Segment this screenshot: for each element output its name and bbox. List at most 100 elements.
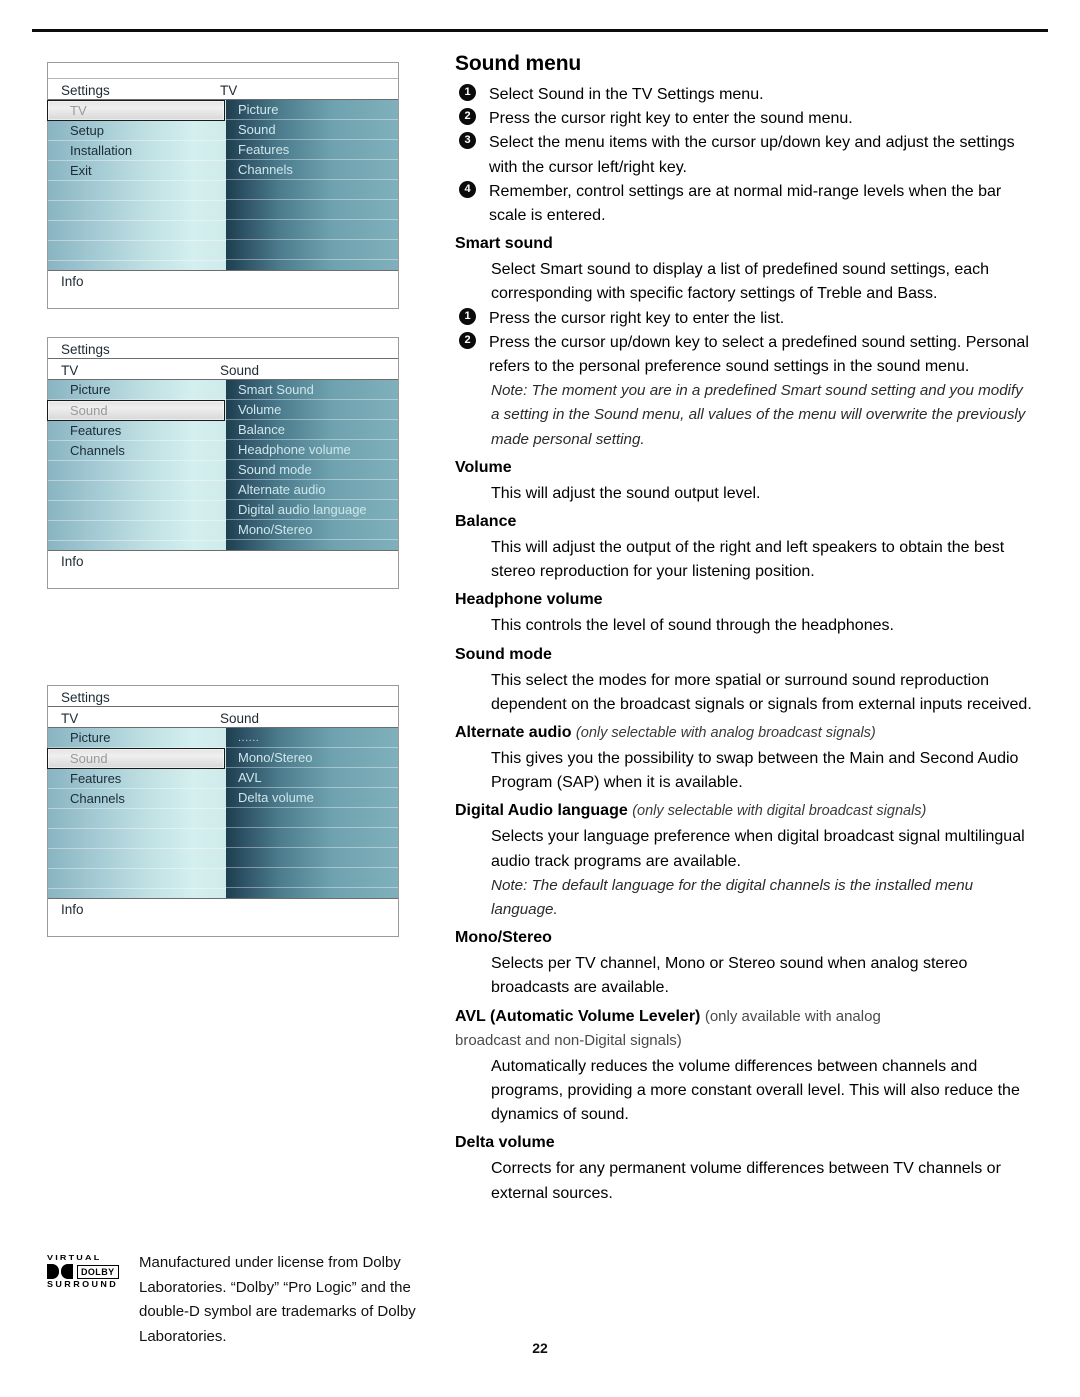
osd-right-item-blank: [226, 200, 398, 220]
list-item: 3 Select the menu items with the cursor u…: [455, 131, 1035, 179]
dolby-brand-label: DOLBY: [77, 1264, 119, 1279]
osd-body: Picture Sound Features Channels Smart So…: [47, 380, 398, 550]
article-column: Sound menu 1 Select Sound in the TV Setti…: [455, 52, 1035, 1206]
osd-right-item-channels[interactable]: Channels: [226, 160, 398, 180]
osd-right-item-ellipsis[interactable]: ......: [226, 728, 398, 748]
osd-right-item-digital-audio-language[interactable]: Digital audio language: [226, 500, 398, 520]
osd-left-item-features[interactable]: Features: [48, 421, 226, 441]
osd-left-pane: Picture Sound Features Channels: [47, 380, 226, 550]
osd-left-item-sound[interactable]: Sound: [47, 748, 225, 769]
text-avl: Automatically reduces the volume differe…: [491, 1057, 1020, 1124]
osd-right-item-volume[interactable]: Volume: [226, 400, 398, 420]
osd-left-item-tv[interactable]: TV: [47, 100, 225, 121]
step-number-badge: 1: [459, 307, 476, 325]
heading-sound-mode: Sound mode: [455, 645, 552, 663]
osd-left-item-blank: [48, 461, 226, 481]
osd-info-label: Info: [61, 554, 84, 569]
osd-menu-sound-list-scrolled: Settings TV Sound Picture Sound Features…: [47, 685, 399, 937]
step-number-badge: 2: [459, 108, 476, 126]
note-digital-audio-language: Note: The default language for the digit…: [491, 876, 974, 919]
dolby-mid-row: DOLBY: [47, 1264, 135, 1279]
osd-right-item-mono-stereo[interactable]: Mono/Stereo: [226, 520, 398, 540]
osd-right-item-sound-mode[interactable]: Sound mode: [226, 460, 398, 480]
osd-left-item-blank: [48, 221, 226, 241]
osd-menu-sound-list: Settings TV Sound Picture Sound Features…: [47, 337, 399, 589]
list-item: 1 Press the cursor right key to enter the…: [455, 307, 1035, 331]
list-item: 4 Remember, control settings are at norma…: [455, 180, 1035, 228]
step-text: Press the cursor right key to enter the …: [489, 110, 853, 128]
osd-left-item-picture[interactable]: Picture: [48, 380, 226, 400]
osd-right-pane: Smart Sound Volume Balance Headphone vol…: [226, 380, 398, 550]
dolby-surround-label: SURROUND: [47, 1280, 119, 1289]
osd-left-item-features[interactable]: Features: [48, 769, 226, 789]
osd-top-strip: [48, 63, 398, 79]
osd-title-row: TV Sound: [48, 707, 398, 728]
osd-right-item-avl[interactable]: AVL: [226, 768, 398, 788]
heading-qualifier: (only available with analog: [704, 1007, 881, 1025]
page-top-rule: [32, 29, 1048, 32]
osd-menu-tv-settings: Settings TV TV Setup Installation Exit P…: [47, 62, 399, 309]
step-number-badge: 1: [459, 84, 476, 101]
heading-qualifier: (only selectable with analog broadcast s…: [575, 725, 876, 742]
osd-left-item-sound[interactable]: Sound: [47, 400, 225, 421]
step-text: Press the cursor up/down key to select a…: [489, 333, 1029, 376]
osd-header-label: Settings: [61, 690, 110, 705]
dolby-trademark-block: VIRTUAL DOLBY SURROUND Manufactured unde…: [47, 1251, 447, 1349]
osd-right-item-blank: [226, 808, 398, 828]
osd-title-left: TV: [61, 711, 79, 726]
osd-left-item-installation[interactable]: Installation: [48, 141, 226, 161]
osd-info-row: Info: [48, 550, 398, 588]
osd-right-item-alternate-audio[interactable]: Alternate audio: [226, 480, 398, 500]
osd-title-left: TV: [61, 363, 79, 378]
osd-header-label: Settings: [61, 342, 110, 357]
osd-left-item-blank: [48, 181, 226, 201]
list-item: 2 Press the cursor right key to enter the…: [455, 107, 1035, 131]
osd-left-item-channels[interactable]: Channels: [48, 789, 226, 809]
heading-avl: AVL (Automatic Volume Leveler) (only ava…: [455, 1006, 1035, 1028]
osd-right-item-sound[interactable]: Sound: [226, 120, 398, 140]
osd-title-left: Settings: [61, 83, 110, 98]
osd-left-item-blank: [48, 849, 226, 869]
osd-body: TV Setup Installation Exit Picture Sound…: [47, 100, 398, 270]
osd-info-label: Info: [61, 902, 84, 917]
heading-text: Digital Audio language: [455, 802, 628, 820]
osd-left-pane: TV Setup Installation Exit: [47, 100, 226, 270]
heading-mono-stereo: Mono/Stereo: [455, 929, 552, 947]
heading-delta-volume: Delta volume: [455, 1134, 555, 1152]
heading-digital-audio-language: Digital Audio language (only selectable …: [455, 800, 1035, 822]
text-sound-mode: This select the modes for more spatial o…: [491, 671, 1032, 713]
osd-right-item-smart-sound[interactable]: Smart Sound: [226, 380, 398, 400]
osd-right-item-headphone-volume[interactable]: Headphone volume: [226, 440, 398, 460]
osd-right-item-blank: [226, 848, 398, 868]
osd-right-item-blank: [226, 868, 398, 888]
osd-left-item-blank: [48, 501, 226, 521]
osd-left-item-setup[interactable]: Setup: [48, 121, 226, 141]
osd-header-row: Settings: [48, 686, 398, 707]
osd-right-item-picture[interactable]: Picture: [226, 100, 398, 120]
list-item: 2 Press the cursor up/down key to select …: [455, 331, 1035, 379]
osd-right-item-mono-stereo[interactable]: Mono/Stereo: [226, 748, 398, 768]
osd-left-item-blank: [48, 241, 226, 261]
osd-right-item-delta-volume[interactable]: Delta volume: [226, 788, 398, 808]
osd-left-item-channels[interactable]: Channels: [48, 441, 226, 461]
step-text: Remember, control settings are at normal…: [489, 182, 1002, 225]
figure-gap: [47, 309, 399, 337]
step-text: Select the menu items with the cursor up…: [489, 134, 1015, 176]
text-balance: This will adjust the output of the right…: [491, 539, 1005, 581]
osd-left-item-exit[interactable]: Exit: [48, 161, 226, 181]
heading-smart-sound: Smart sound: [455, 235, 553, 253]
osd-title-right: Sound: [220, 711, 260, 726]
smart-sound-step-list: 1 Press the cursor right key to enter the…: [455, 307, 1035, 380]
step-number-badge: 3: [459, 132, 476, 150]
step-text: Select Sound in the TV Settings menu.: [489, 86, 764, 103]
dolby-virtual-label: VIRTUAL: [47, 1253, 102, 1262]
step-number-badge: 2: [459, 331, 476, 349]
osd-title-row: TV Sound: [48, 359, 398, 380]
osd-left-item-blank: [48, 481, 226, 501]
osd-left-item-blank: [48, 829, 226, 849]
osd-left-item-picture[interactable]: Picture: [48, 728, 226, 748]
osd-right-item-features[interactable]: Features: [226, 140, 398, 160]
osd-right-pane: Picture Sound Features Channels: [226, 100, 398, 270]
osd-right-item-balance[interactable]: Balance: [226, 420, 398, 440]
osd-info-row: Info: [48, 270, 398, 308]
